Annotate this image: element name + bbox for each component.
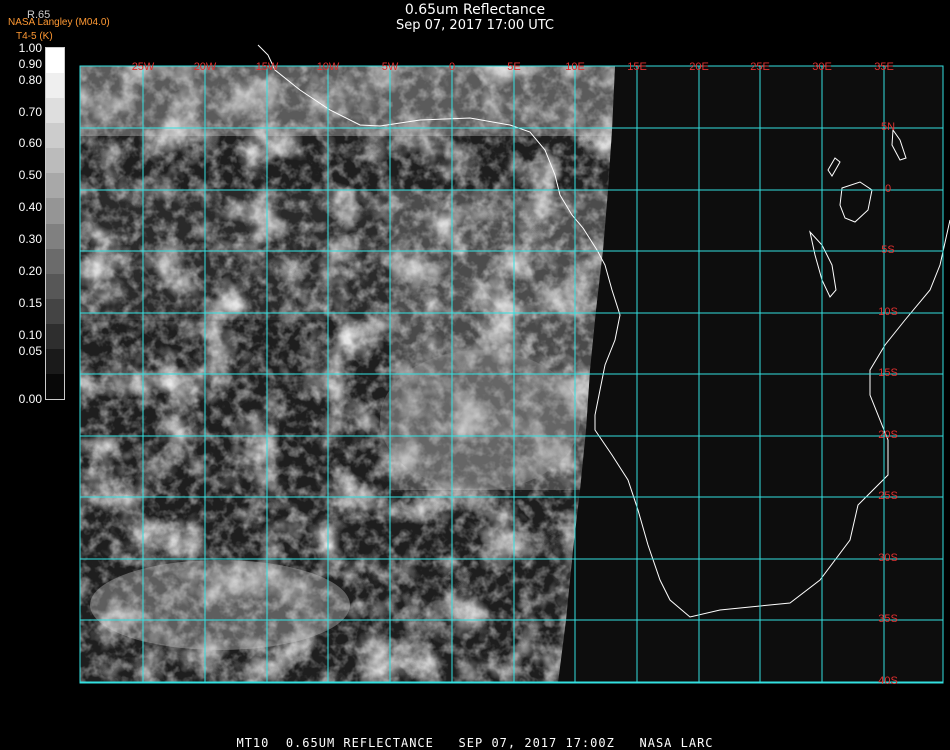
longitude-label: 25E (750, 61, 770, 73)
latitude-label: 15S (878, 367, 898, 379)
longitude-label: 35E (874, 61, 894, 73)
longitude-label: 5W (382, 61, 399, 73)
latitude-label: 35S (878, 613, 898, 625)
longitude-label: 0 (449, 61, 455, 73)
longitude-label: 20E (689, 61, 709, 73)
longitude-label: 15E (627, 61, 647, 73)
longitude-label: 25W (132, 61, 155, 73)
longitude-label: 15W (256, 61, 279, 73)
longitude-label: 30E (812, 61, 832, 73)
longitude-label: 10E (565, 61, 585, 73)
longitude-label: 20W (194, 61, 217, 73)
latitude-label: 10S (878, 306, 898, 318)
latitude-label: 25S (878, 490, 898, 502)
longitude-label: 5E (507, 61, 520, 73)
latitude-label: 5N (881, 121, 895, 133)
latitude-label: 30S (878, 552, 898, 564)
longitude-label: 10W (317, 61, 340, 73)
latitude-label: 20S (878, 429, 898, 441)
satellite-map: 25W 20W 15W 10W 5W 0 5E 10E 15E 20E 25E 30E 35E 5N 0 5… (79, 44, 950, 687)
latitude-label: 40S (878, 675, 898, 687)
footer-caption: MT10 0.65UM REFLECTANCE SEP 07, 2017 17:… (236, 736, 714, 750)
latitude-label: 5S (881, 244, 894, 256)
latitude-label: 0 (885, 183, 891, 195)
